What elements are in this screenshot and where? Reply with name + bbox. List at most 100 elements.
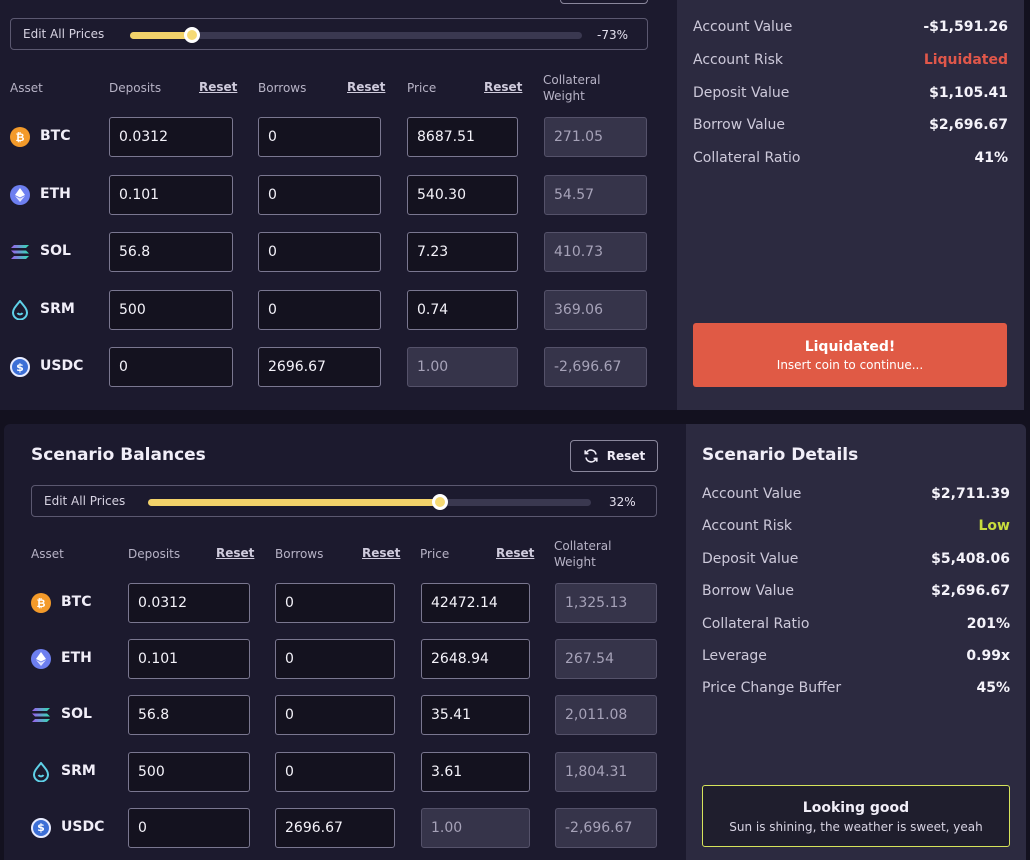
asset-symbol: BTC	[40, 128, 71, 144]
borrow-input[interactable]: 0	[275, 639, 395, 680]
asset-row-btc: ₿ BTC 0.0312 0 8687.51 271.05	[0, 117, 677, 157]
scenario-details-title: Scenario Details	[702, 445, 859, 465]
price-input[interactable]: 7.23	[407, 232, 518, 272]
detail-label-price-change-buffer: Price Change Buffer	[702, 680, 842, 697]
liquidated-status-box[interactable]: Liquidated! Insert coin to continue...	[693, 323, 1007, 387]
deposit-input[interactable]: 0.0312	[128, 583, 250, 623]
deposit-input[interactable]: 0.101	[128, 639, 250, 680]
ok-status-title: Looking good	[802, 800, 910, 816]
header-deposits: Deposits	[109, 81, 162, 95]
borrow-input[interactable]: 0	[258, 232, 381, 272]
scenario-reset-label: Reset	[606, 449, 646, 463]
price-slider-track[interactable]	[130, 27, 582, 43]
scenario-price-slider-fill	[148, 499, 440, 506]
header-collateral-weight: Collateral Weight	[543, 72, 600, 104]
detail-value-account-risk: Low	[978, 518, 1010, 535]
reset-button-clipped[interactable]	[560, 0, 648, 4]
scenario-reset-price-link[interactable]: Reset	[496, 546, 534, 560]
deposit-input[interactable]: 0	[128, 807, 250, 848]
detail-value-deposit-value: $5,408.06	[931, 550, 1010, 567]
scenario-reset-button[interactable]: Reset	[570, 440, 658, 472]
eth-icon	[31, 649, 51, 670]
price-slider-handle[interactable]	[184, 27, 200, 43]
price-input[interactable]: 42472.14	[421, 583, 530, 623]
price-input[interactable]: 35.41	[421, 695, 530, 736]
deposit-input[interactable]: 56.8	[128, 695, 250, 736]
header-weight-line2: Weight	[543, 89, 585, 103]
srm-icon	[10, 299, 30, 320]
asset-row-eth: ETH 0.101 0 540.30 54.57	[0, 174, 677, 215]
asset-row-eth: ETH 0.101 0 2648.94 267.54	[4, 639, 686, 680]
deposit-input[interactable]: 0.101	[109, 174, 233, 215]
collateral-weight-value: -2,696.67	[555, 807, 657, 848]
borrow-input[interactable]: 2696.67	[258, 347, 381, 387]
detail-label-account-value: Account Value	[693, 19, 793, 35]
reset-deposits-link[interactable]: Reset	[199, 80, 237, 94]
status-title: Liquidated!	[804, 339, 896, 355]
detail-value-leverage: 0.99x	[966, 648, 1010, 664]
scenario-reset-deposits-link[interactable]: Reset	[216, 546, 254, 560]
status-subtitle: Insert coin to continue...	[776, 358, 924, 372]
asset-symbol: SRM	[61, 762, 96, 779]
deposit-input[interactable]: 56.8	[109, 232, 233, 272]
collateral-weight-value: 1,325.13	[555, 583, 657, 623]
detail-label-account-risk: Account Risk	[693, 51, 783, 68]
price-input: 1.00	[421, 807, 530, 848]
header-price: Price	[407, 81, 437, 95]
borrow-input[interactable]: 0	[258, 174, 381, 215]
price-change-percent: -73%	[597, 28, 629, 42]
detail-label-collateral-ratio: Collateral Ratio	[693, 150, 801, 167]
reset-price-link[interactable]: Reset	[484, 80, 522, 94]
detail-label-borrow-value: Borrow Value	[702, 583, 795, 600]
borrow-input[interactable]: 0	[258, 117, 381, 157]
borrow-input[interactable]: 2696.67	[275, 807, 395, 848]
borrow-input[interactable]: 0	[275, 751, 395, 792]
scenario-edit-all-prices-control: Edit All Prices 32%	[31, 485, 657, 517]
deposit-input[interactable]: 0.0312	[109, 117, 233, 157]
borrow-input[interactable]: 0	[275, 695, 395, 736]
usdc-icon: $	[31, 817, 51, 838]
asset-symbol: ETH	[61, 650, 92, 667]
asset-symbol: SRM	[40, 300, 75, 317]
scenario-header-weight-line2: Weight	[554, 555, 596, 569]
asset-row-sol: SOL 56.8 0 35.41 2,011.08	[4, 695, 686, 736]
scenario-header-asset: Asset	[31, 547, 64, 561]
detail-value-account-value: -$1,591.26	[923, 19, 1008, 35]
price-input[interactable]: 2648.94	[421, 639, 530, 680]
asset-symbol: SOL	[40, 243, 71, 259]
looking-good-status-box: Looking good Sun is shining, the weather…	[702, 785, 1010, 847]
sol-icon	[31, 705, 51, 725]
collateral-weight-value: 410.73	[544, 232, 647, 272]
price-input[interactable]: 8687.51	[407, 117, 518, 157]
borrow-input[interactable]: 0	[275, 583, 395, 623]
price-input[interactable]: 540.30	[407, 174, 518, 215]
detail-value-borrow-value: $2,696.67	[929, 117, 1008, 134]
detail-label-account-risk: Account Risk	[702, 518, 792, 535]
price-input[interactable]: 0.74	[407, 289, 518, 330]
asset-row-usdc: $ USDC 0 2696.67 1.00 -2,696.67	[4, 807, 686, 848]
asset-row-usdc: $ USDC 0 2696.67 1.00 -2,696.67	[0, 347, 677, 387]
deposit-input[interactable]: 500	[128, 751, 250, 792]
collateral-weight-value: 2,011.08	[555, 695, 657, 736]
scenario-price-slider-track[interactable]	[148, 494, 591, 510]
edit-all-prices-control: Edit All Prices -73%	[10, 18, 648, 50]
price-input: 1.00	[407, 347, 518, 387]
header-asset: Asset	[10, 81, 43, 95]
asset-row-btc: ₿ BTC 0.0312 0 42472.14 1,325.13	[4, 583, 686, 623]
asset-row-srm: SRM 500 0 3.61 1,804.31	[4, 751, 686, 792]
asset-symbol: ETH	[40, 185, 71, 202]
price-input[interactable]: 3.61	[421, 751, 530, 792]
header-collateral-line1: Collateral	[543, 73, 601, 87]
scenario-price-slider-handle[interactable]	[432, 494, 448, 510]
scenario-header-borrows: Borrows	[275, 547, 324, 561]
deposit-input[interactable]: 0	[109, 347, 233, 387]
scenario-balances-panel: Scenario Balances Reset Edit All Prices …	[4, 424, 686, 860]
asset-symbol: USDC	[40, 358, 84, 374]
deposit-input[interactable]: 500	[109, 289, 233, 330]
asset-row-srm: SRM 500 0 0.74 369.06	[0, 289, 677, 330]
detail-value-price-change-buffer: 45%	[976, 680, 1010, 697]
reset-borrows-link[interactable]: Reset	[347, 80, 385, 94]
borrow-input[interactable]: 0	[258, 289, 381, 330]
scenario-reset-borrows-link[interactable]: Reset	[362, 546, 400, 560]
detail-label-deposit-value: Deposit Value	[693, 84, 790, 101]
